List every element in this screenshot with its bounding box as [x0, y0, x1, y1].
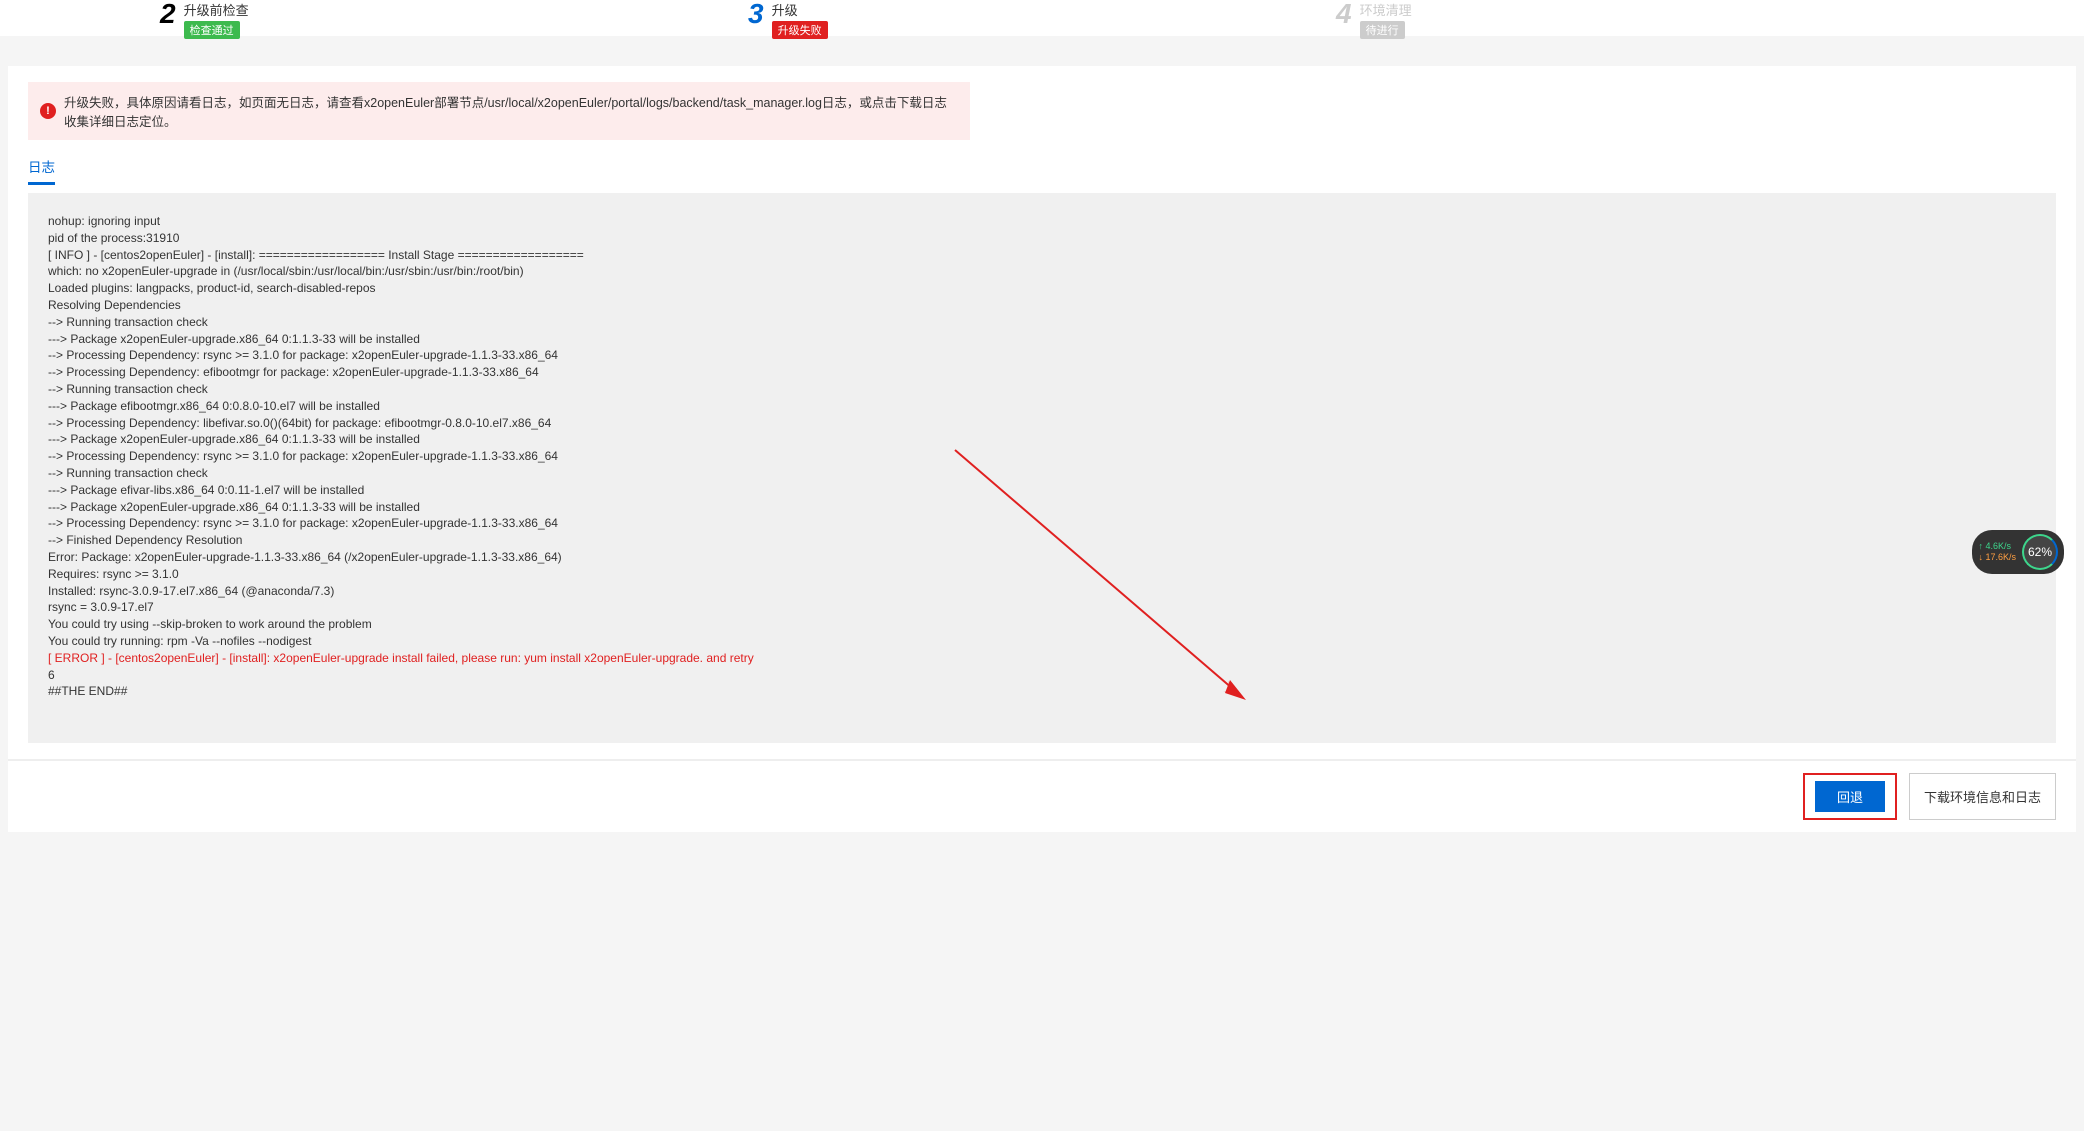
log-line: pid of the process:31910	[48, 230, 2036, 247]
log-line: ---> Package x2openEuler-upgrade.x86_64 …	[48, 431, 2036, 448]
log-line: Requires: rsync >= 3.1.0	[48, 566, 2036, 583]
log-line: --> Processing Dependency: rsync >= 3.1.…	[48, 347, 2036, 364]
step-badge: 待进行	[1360, 21, 1405, 39]
log-line: nohup: ignoring input	[48, 213, 2036, 230]
log-line: --> Processing Dependency: rsync >= 3.1.…	[48, 448, 2036, 465]
log-error-line: [ ERROR ] - [centos2openEuler] - [instal…	[48, 650, 2036, 667]
log-line: 6	[48, 667, 2036, 684]
download-logs-button[interactable]: 下载环境信息和日志	[1909, 773, 2056, 820]
log-line: Resolving Dependencies	[48, 297, 2036, 314]
log-line: ---> Package x2openEuler-upgrade.x86_64 …	[48, 331, 2036, 348]
cpu-percent: 62%	[2022, 534, 2058, 570]
step-badge: 检查通过	[184, 21, 240, 39]
log-line: --> Finished Dependency Resolution	[48, 532, 2036, 549]
alert-error-icon: !	[40, 103, 56, 119]
log-line: Error: Package: x2openEuler-upgrade-1.1.…	[48, 549, 2036, 566]
step-number: 3	[748, 0, 764, 28]
step-2: 2 升级前检查 检查通过	[160, 0, 748, 39]
log-line: Installed: rsync-3.0.9-17.el7.x86_64 (@a…	[48, 583, 2036, 600]
log-line: [ INFO ] - [centos2openEuler] - [install…	[48, 247, 2036, 264]
step-3: 3 升级 升级失败	[748, 0, 1336, 39]
tab-logs[interactable]: 日志	[28, 156, 55, 185]
log-line: You could try running: rpm -Va --nofiles…	[48, 633, 2036, 650]
log-line: ##THE END##	[48, 683, 2036, 700]
step-number: 4	[1336, 0, 1352, 28]
log-line: ---> Package efibootmgr.x86_64 0:0.8.0-1…	[48, 398, 2036, 415]
highlight-annotation: 回退	[1803, 773, 1897, 820]
network-widget[interactable]: ↑ 4.6K/s ↓ 17.6K/s 62%	[1972, 530, 2064, 574]
alert-message: 升级失败，具体原因请看日志，如页面无日志，请查看x2openEuler部署节点/…	[64, 92, 958, 130]
log-line: --> Running transaction check	[48, 381, 2036, 398]
error-alert: ! 升级失败，具体原因请看日志，如页面无日志，请查看x2openEuler部署节…	[28, 82, 970, 140]
step-4: 4 环境清理 待进行	[1336, 0, 1924, 39]
step-badge: 升级失败	[772, 21, 828, 39]
log-line: --> Processing Dependency: libefivar.so.…	[48, 415, 2036, 432]
rollback-button[interactable]: 回退	[1815, 781, 1885, 812]
steps-header: 2 升级前检查 检查通过 3 升级 升级失败 4 环境清理 待进行	[0, 0, 2084, 36]
net-download: ↓ 17.6K/s	[1978, 552, 2016, 563]
log-panel[interactable]: nohup: ignoring inputpid of the process:…	[28, 193, 2056, 743]
step-title: 升级	[772, 0, 828, 19]
log-line: rsync = 3.0.9-17.el7	[48, 599, 2036, 616]
log-line: ---> Package efivar-libs.x86_64 0:0.11-1…	[48, 482, 2036, 499]
log-line: Loaded plugins: langpacks, product-id, s…	[48, 280, 2036, 297]
main-content: ! 升级失败，具体原因请看日志，如页面无日志，请查看x2openEuler部署节…	[8, 66, 2076, 759]
footer-actions: 回退 下载环境信息和日志	[8, 759, 2076, 832]
net-upload: ↑ 4.6K/s	[1978, 541, 2016, 552]
log-line: You could try using --skip-broken to wor…	[48, 616, 2036, 633]
log-line: ---> Package x2openEuler-upgrade.x86_64 …	[48, 499, 2036, 516]
log-line: --> Processing Dependency: rsync >= 3.1.…	[48, 515, 2036, 532]
log-line: --> Running transaction check	[48, 314, 2036, 331]
step-title: 环境清理	[1360, 0, 1412, 19]
log-line: --> Processing Dependency: efibootmgr fo…	[48, 364, 2036, 381]
step-title: 升级前检查	[184, 0, 249, 19]
step-number: 2	[160, 0, 176, 28]
log-line: --> Running transaction check	[48, 465, 2036, 482]
tab-bar: 日志	[28, 156, 2056, 185]
log-line: which: no x2openEuler-upgrade in (/usr/l…	[48, 263, 2036, 280]
